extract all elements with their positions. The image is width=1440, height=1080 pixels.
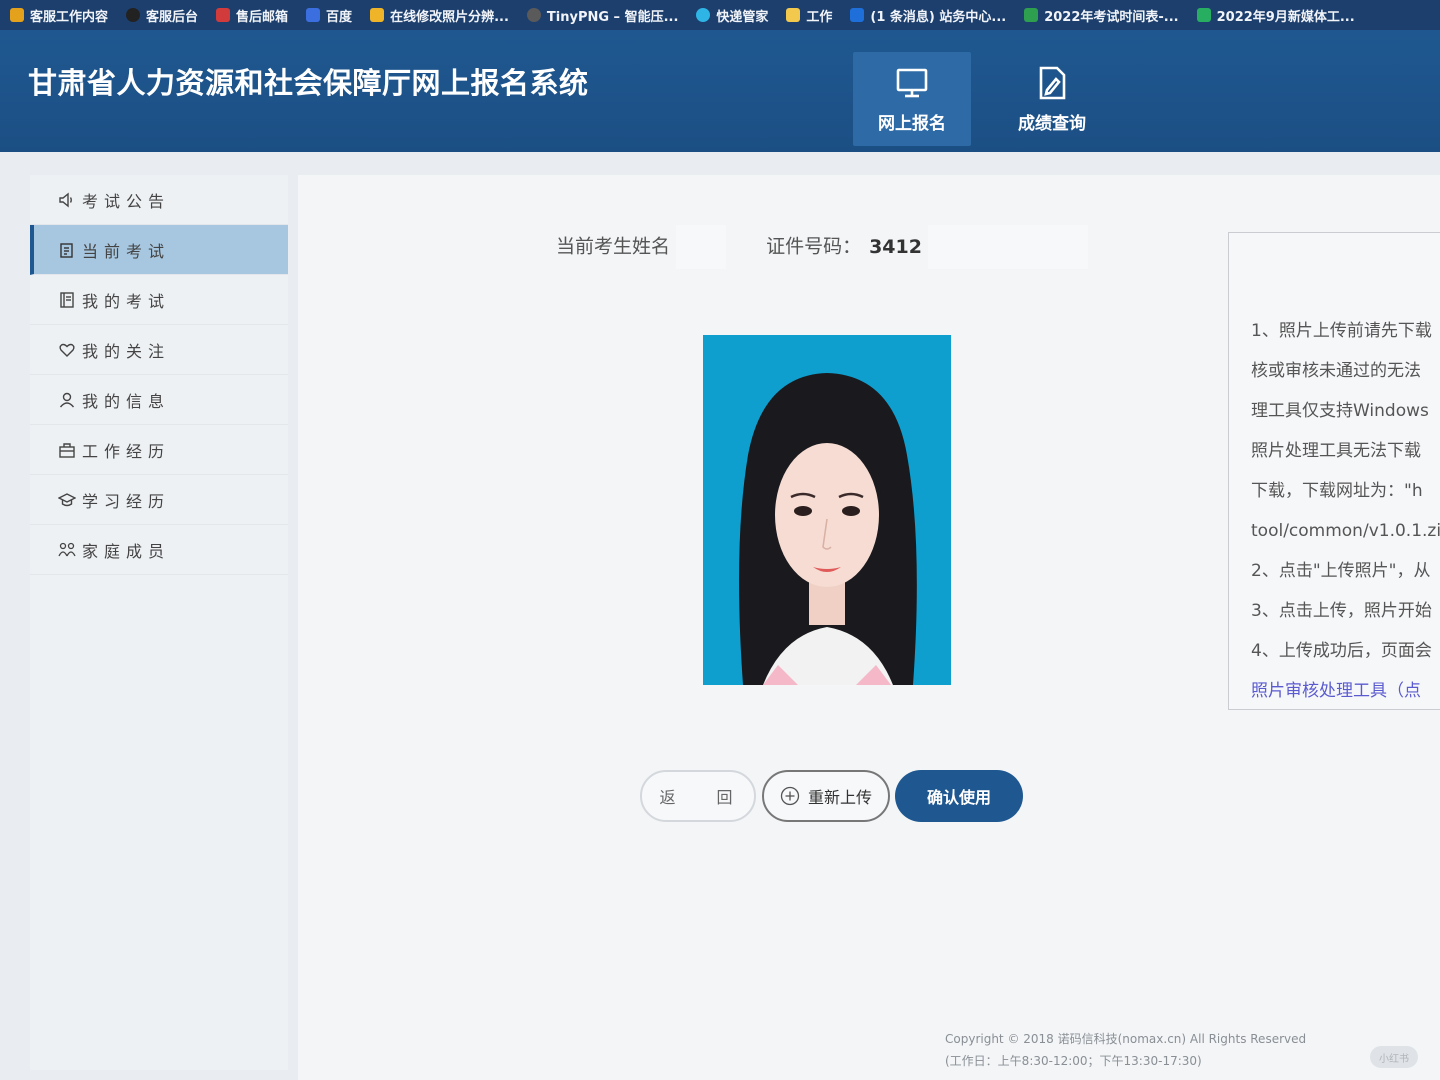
redacted-id — [928, 225, 1089, 269]
bookmark-item[interactable]: TinyPNG – 智能压... — [526, 6, 678, 25]
sidebar-item-exam-announcement[interactable]: 考试公告 — [30, 175, 288, 225]
graduation-cap-icon — [58, 492, 76, 506]
back-button[interactable]: 返 回 — [640, 770, 756, 822]
bookmarks-bar: 客服工作内容 客服后台 售后邮箱 百度 在线修改照片分辨... TinyPNG … — [0, 0, 1440, 30]
sidebar-item-work-history[interactable]: 工作经历 — [30, 425, 288, 475]
photo-tool-link[interactable]: 照片审核处理工具（点 — [1251, 671, 1440, 709]
sidebar-item-my-exams[interactable]: 我的考试 — [30, 275, 288, 325]
uploaded-photo — [703, 335, 951, 685]
bookmark-item[interactable]: 百度 — [306, 6, 352, 25]
folder-icon — [786, 8, 801, 22]
heart-icon — [59, 343, 75, 357]
bookmark-icon — [126, 8, 141, 22]
candidate-info: 当前考生姓名 证件号码： 3412 — [556, 225, 1089, 269]
footer: Copyright © 2018 诺码信科技(nomax.cn) All Rig… — [945, 1028, 1306, 1072]
nav-online-registration[interactable]: 网上报名 — [853, 52, 971, 146]
portrait-image — [703, 335, 951, 685]
family-icon — [58, 542, 76, 556]
plus-circle-icon — [780, 786, 800, 806]
bookmark-item[interactable]: 售后邮箱 — [216, 6, 288, 25]
sidebar-item-current-exam[interactable]: 当前考试 — [30, 225, 288, 275]
site-header: 甘肃省人力资源和社会保障厅网上报名系统 网上报名 成绩查询 — [0, 30, 1440, 152]
id-number: 证件号码： 3412 — [766, 225, 1089, 269]
speaker-icon — [59, 192, 72, 207]
reupload-button[interactable]: 重新上传 — [762, 770, 890, 822]
id-value: 3412 — [869, 235, 922, 258]
sidebar: 考试公告 当前考试 我的考试 我的关注 我的信息 工作经历 学习经历 家庭成员 — [30, 175, 288, 1070]
instruction-line: 照片处理工具无法下载 — [1251, 441, 1421, 461]
candidate-name-label: 当前考生姓名 — [556, 235, 671, 258]
instruction-line: 下载，下载网址为："h — [1251, 481, 1423, 501]
bookmark-icon — [1024, 8, 1039, 22]
user-icon — [59, 392, 75, 407]
bookmark-icon — [216, 8, 231, 22]
bookmark-item[interactable]: 2022年9月新媒体工... — [1196, 6, 1355, 25]
redacted-name — [676, 225, 727, 269]
sidebar-item-my-info[interactable]: 我的信息 — [30, 375, 288, 425]
bookmark-item[interactable]: 客服工作内容 — [10, 6, 108, 25]
id-label: 证件号码： — [766, 235, 862, 258]
document-edit-icon — [1039, 66, 1066, 99]
instruction-line: 3、点击上传，照片开始 — [1251, 601, 1432, 621]
bookmark-item[interactable]: 快递管家 — [696, 6, 768, 25]
confirm-use-button[interactable]: 确认使用 — [895, 770, 1023, 822]
instruction-line: 1、照片上传前请先下载 — [1251, 321, 1432, 341]
bookmark-icon — [10, 8, 24, 22]
instructions-panel: 1、照片上传前请先下载 核或审核未通过的无法 理工具仅支持Windows 照片处… — [1228, 232, 1440, 710]
instruction-line: 核或审核未通过的无法 — [1251, 361, 1421, 381]
copyright-text: Copyright © 2018 诺码信科技(nomax.cn) All Rig… — [945, 1032, 1307, 1046]
watermark-badge: 小红书 — [1370, 1046, 1418, 1068]
monitor-icon — [896, 68, 928, 97]
bookmark-item[interactable]: 2022年考试时间表-... — [1024, 6, 1179, 25]
bookmark-icon — [1196, 8, 1211, 22]
bookmark-icon — [696, 8, 711, 22]
zhihu-icon — [850, 8, 865, 22]
nav-score-query[interactable]: 成绩查询 — [993, 52, 1111, 146]
candidate-name: 当前考生姓名 — [556, 225, 727, 269]
service-hours: (工作日：上午8:30-12:00；下午13:30-17:30) — [945, 1054, 1202, 1068]
instruction-line: 4、上传成功后，页面会 — [1251, 641, 1432, 661]
briefcase-icon — [59, 442, 75, 458]
bookmark-icon — [370, 8, 385, 22]
main-content: 当前考生姓名 证件号码： 3412 返 回 重新上传 确认使用 1、照片上传前请… — [298, 175, 1440, 1080]
bookmark-item[interactable]: 客服后台 — [126, 6, 198, 25]
bookmark-item[interactable]: (1 条消息) 站务中心... — [850, 6, 1006, 25]
baidu-icon — [306, 8, 321, 22]
sidebar-item-education-history[interactable]: 学习经历 — [30, 475, 288, 525]
sidebar-item-my-follows[interactable]: 我的关注 — [30, 325, 288, 375]
sidebar-item-family-members[interactable]: 家庭成员 — [30, 525, 288, 575]
instruction-line: tool/common/v1.0.1.zi — [1251, 521, 1440, 541]
instruction-line: 理工具仅支持Windows — [1251, 401, 1429, 421]
notebook-icon — [60, 291, 74, 308]
instruction-line: 2、点击"上传照片"，从 — [1251, 561, 1431, 581]
bookmark-item[interactable]: 工作 — [786, 6, 832, 25]
bookmark-item[interactable]: 在线修改照片分辨... — [370, 6, 509, 25]
panda-icon — [526, 8, 541, 22]
site-title: 甘肃省人力资源和社会保障厅网上报名系统 — [28, 66, 589, 100]
clipboard-icon — [60, 242, 73, 258]
